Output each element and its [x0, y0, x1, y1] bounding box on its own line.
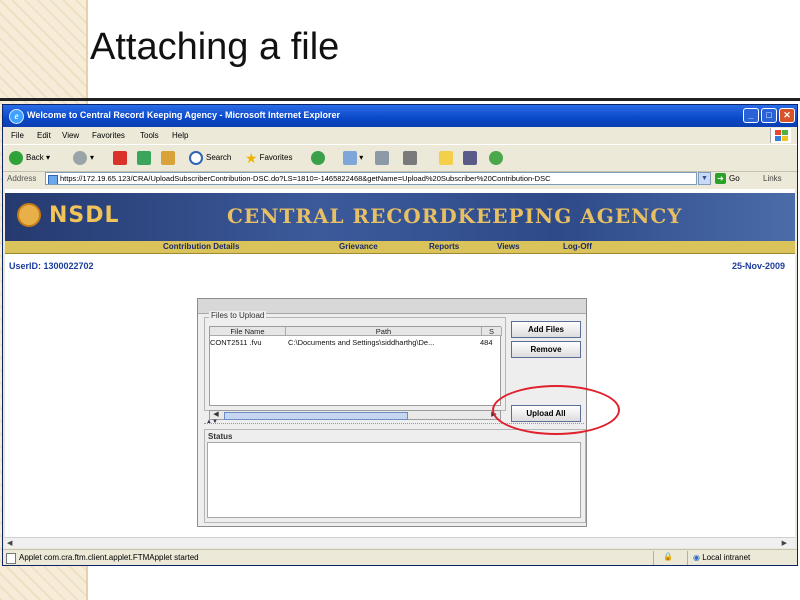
stop-icon [113, 150, 127, 165]
file-row-name[interactable]: CONT2511 .fvu [210, 338, 284, 347]
search-button[interactable]: Search [189, 149, 231, 167]
window-title: Welcome to Central Record Keeping Agency… [27, 110, 341, 120]
messenger-icon [489, 150, 503, 165]
status-text: Applet com.cra.ftm.client.applet.FTMAppl… [19, 553, 199, 562]
stop-button[interactable] [113, 149, 127, 167]
search-icon [189, 150, 203, 165]
scrollbar-thumb[interactable] [224, 412, 408, 420]
scroll-right-icon[interactable]: ▶ [782, 539, 787, 547]
nav-reports[interactable]: Reports [429, 242, 459, 251]
edit-icon [403, 150, 417, 165]
home-button[interactable] [161, 149, 175, 167]
print-icon [375, 150, 389, 165]
menu-edit[interactable]: Edit [37, 131, 51, 140]
file-row-path[interactable]: C:\Documents and Settings\siddharthg\De.… [288, 338, 478, 347]
mail-button[interactable]: ▾ [343, 149, 363, 167]
folder-icon [439, 150, 453, 165]
menu-bar: File Edit View Favorites Tools Help [3, 127, 797, 144]
edit-button[interactable] [403, 149, 417, 167]
address-url: https://172.19.65.123/CRA/UploadSubscrib… [60, 174, 551, 183]
page-icon [48, 175, 58, 184]
browser-statusbar: Applet com.cra.ftm.client.applet.FTMAppl… [3, 549, 797, 565]
windows-flag-icon [770, 128, 791, 143]
page-horizontal-scrollbar[interactable]: ◀ ▶ [5, 537, 795, 548]
refresh-button[interactable] [137, 149, 151, 167]
home-icon [161, 150, 175, 165]
column-file-name[interactable]: File Name [210, 327, 286, 336]
menu-tools[interactable]: Tools [140, 131, 159, 140]
scroll-left-icon[interactable]: ◀ [7, 539, 12, 547]
status-separator [653, 551, 654, 565]
back-arrow-icon [9, 150, 23, 165]
forward-button[interactable]: ▾ [73, 149, 94, 167]
window-titlebar[interactable]: e Welcome to Central Record Keeping Agen… [3, 105, 797, 127]
table-horizontal-scrollbar[interactable]: ◀ ▶ [209, 410, 501, 420]
site-banner: NSDL CENTRAL RECORDKEEPING AGENCY [5, 193, 795, 241]
refresh-icon [137, 150, 151, 165]
column-size[interactable]: S [482, 327, 502, 336]
site-title: CENTRAL RECORDKEEPING AGENCY [227, 204, 683, 228]
files-group-label: Files to Upload [209, 311, 267, 320]
lock-icon: 🔒 [663, 552, 673, 561]
star-icon: ★ [245, 150, 258, 166]
remove-button[interactable]: Remove [511, 341, 581, 358]
nav-grievance[interactable]: Grievance [339, 242, 378, 251]
files-group: Files to Upload File Name Path S CONT251… [204, 311, 506, 420]
back-button[interactable]: Back ▾ [9, 149, 50, 167]
menu-view[interactable]: View [62, 131, 79, 140]
address-input[interactable]: https://172.19.65.123/CRA/UploadSubscrib… [45, 172, 697, 185]
history-button[interactable] [311, 149, 328, 167]
links-button[interactable]: Links [763, 174, 782, 183]
menu-help[interactable]: Help [172, 131, 188, 140]
go-arrow-icon: ➜ [715, 173, 726, 185]
nav-views[interactable]: Views [497, 242, 520, 251]
close-button[interactable]: ✕ [779, 108, 795, 123]
messenger-button[interactable] [489, 149, 506, 167]
maximize-button[interactable]: □ [761, 108, 777, 123]
discuss-button[interactable] [439, 149, 453, 167]
add-files-button[interactable]: Add Files [511, 321, 581, 338]
slide-title: Attaching a file [90, 26, 340, 68]
site-brand: NSDL [49, 203, 120, 228]
column-path[interactable]: Path [286, 327, 482, 336]
security-zone: ◉ Local intranet [693, 553, 751, 562]
file-row-size[interactable]: 484 [480, 338, 500, 347]
nav-contribution-details[interactable]: Contribution Details [163, 242, 239, 251]
title-divider [0, 98, 800, 101]
upload-all-highlight-circle [492, 385, 620, 435]
menu-favorites[interactable]: Favorites [92, 131, 125, 140]
status-separator [687, 551, 688, 565]
menu-file[interactable]: File [11, 131, 24, 140]
favorites-button[interactable]: ★ Favorites [245, 149, 292, 167]
address-bar: Address https://172.19.65.123/CRA/Upload… [3, 171, 797, 187]
site-nav: Contribution Details Grievance Reports V… [5, 241, 795, 254]
files-table: File Name Path S CONT2511 .fvu C:\Docume… [209, 326, 502, 406]
address-label: Address [7, 174, 37, 183]
status-area [207, 442, 581, 518]
ie-icon: e [9, 109, 24, 124]
mail-icon [343, 150, 357, 165]
research-icon [463, 150, 477, 165]
print-button[interactable] [375, 149, 389, 167]
browser-toolbar: Back ▾ ▾ Search ★ Favorites ▾ [3, 144, 797, 172]
user-id: UserID: 1300022702 [9, 261, 94, 271]
history-icon [311, 150, 325, 165]
address-dropdown[interactable]: ▼ [698, 172, 711, 185]
status-page-icon [6, 553, 16, 564]
scroll-left-icon[interactable]: ◀ [211, 411, 221, 419]
nsdl-logo-icon [17, 203, 41, 227]
minimize-button[interactable]: _ [743, 108, 759, 123]
nav-log-off[interactable]: Log-Off [563, 242, 592, 251]
current-date: 25-Nov-2009 [731, 261, 785, 271]
status-group: Status [204, 429, 586, 523]
intranet-icon: ◉ [693, 553, 700, 562]
forward-arrow-icon [73, 150, 87, 165]
research-button[interactable] [463, 149, 477, 167]
go-button[interactable]: ➜ Go [715, 172, 740, 185]
status-label: Status [208, 432, 233, 441]
